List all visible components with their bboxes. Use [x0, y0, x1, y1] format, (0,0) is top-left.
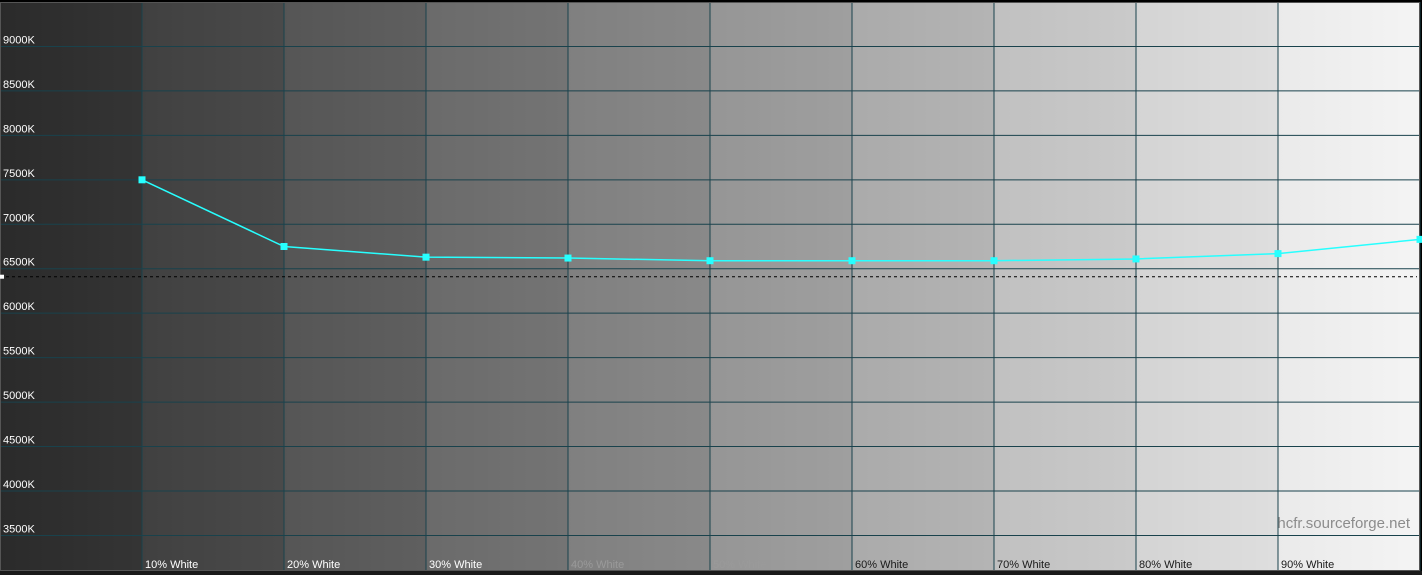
x-axis-ticks: 10% White 20% White 30% White 40% White 50% …: [145, 559, 1334, 571]
data-point: [564, 254, 572, 262]
gray-band: [1278, 2, 1421, 571]
y-tick-label: 5500K: [3, 346, 35, 358]
data-point: [848, 257, 856, 265]
x-tick-label: 40% White: [571, 559, 624, 571]
gray-band: [852, 2, 995, 571]
gray-band: [710, 2, 853, 571]
x-tick-label: 70% White: [997, 559, 1050, 571]
bottom-strip: [0, 571, 1422, 575]
y-tick-label: 9000K: [3, 34, 35, 46]
reference-marker: [0, 274, 4, 279]
x-tick-label: 60% White: [855, 559, 908, 571]
data-point: [706, 257, 714, 265]
x-tick-label: 10% White: [145, 559, 198, 571]
data-point: [1274, 250, 1282, 258]
y-tick-label: 8000K: [3, 123, 35, 135]
data-point: [1416, 235, 1422, 243]
y-tick-label: 7000K: [3, 212, 35, 224]
y-tick-label: 7500K: [3, 168, 35, 180]
data-point: [138, 176, 146, 184]
y-tick-label: 8500K: [3, 79, 35, 91]
gray-band: [284, 2, 427, 571]
x-tick-label: 30% White: [429, 559, 482, 571]
data-point: [280, 242, 288, 250]
y-tick-label: 4500K: [3, 435, 35, 447]
gray-band: [426, 2, 569, 571]
x-tick-label: 90% White: [1281, 559, 1334, 571]
cct-chart: 3500K 4000K 4500K 5000K 5500K 6000K 6500K 7000K…: [0, 2, 1422, 575]
gray-band: [568, 2, 711, 571]
x-tick-label: 20% White: [287, 559, 340, 571]
data-point: [422, 253, 430, 261]
y-tick-label: 6000K: [3, 301, 35, 313]
y-tick-label: 5000K: [3, 390, 35, 402]
x-tick-label: 50% White: [713, 559, 766, 571]
watermark: hcfr.sourceforge.net: [1277, 515, 1410, 532]
x-tick-label: 80% White: [1139, 559, 1192, 571]
data-point: [990, 257, 998, 265]
y-tick-label: 4000K: [3, 479, 35, 491]
data-point: [1132, 255, 1140, 263]
gray-band: [994, 2, 1137, 571]
y-tick-label: 6500K: [3, 257, 35, 269]
gray-band: [142, 2, 285, 571]
y-tick-label: 3500K: [3, 523, 35, 535]
gray-band: [1136, 2, 1279, 571]
